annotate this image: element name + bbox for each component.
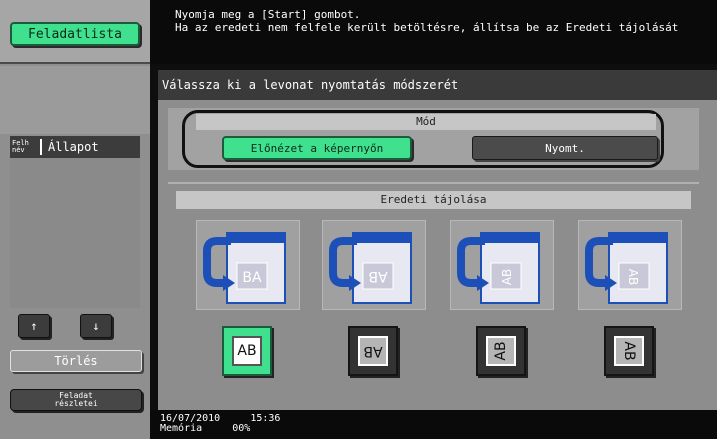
job-list bbox=[10, 158, 140, 308]
orientation-rotate-right-icon: AB bbox=[614, 336, 644, 366]
svg-text:AB: AB bbox=[626, 269, 640, 285]
status-time: 15:36 bbox=[250, 413, 281, 424]
orientation-rotate-left-button[interactable]: AB bbox=[476, 326, 526, 376]
status-bar: 16/07/2010 15:36 Memória 00% bbox=[150, 410, 717, 439]
proof-print-panel: Válassza ki a levonat nyomtatás módszeré… bbox=[158, 70, 717, 410]
copier-screen: Feladatlista Felh név Állapot ↑ ↓ Törlés… bbox=[0, 0, 717, 439]
scan-direction-icon: AB bbox=[585, 232, 668, 304]
header-status-label: Állapot bbox=[48, 140, 99, 154]
svg-text:AB: AB bbox=[500, 269, 514, 285]
scan-direction-icon: AB bbox=[329, 232, 412, 304]
orientation-upside-down-icon: AB bbox=[358, 336, 388, 366]
scroll-down-button[interactable]: ↓ bbox=[80, 314, 112, 338]
left-strip bbox=[0, 66, 150, 134]
memory-value: 00% bbox=[232, 423, 251, 434]
panel-title: Válassza ki a levonat nyomtatás módszeré… bbox=[158, 70, 717, 100]
svg-text:BA: BA bbox=[242, 270, 262, 286]
message-line-2: Ha az eredeti nem felfele került betölté… bbox=[175, 21, 679, 34]
scroll-up-button[interactable]: ↑ bbox=[18, 314, 50, 338]
scan-direction-icon: BA bbox=[203, 232, 286, 304]
left-panel: Feladatlista Felh név Állapot ↑ ↓ Törlés… bbox=[0, 0, 150, 439]
print-button[interactable]: Nyomt. bbox=[472, 136, 658, 160]
arrow-down-icon: ↓ bbox=[92, 319, 100, 333]
orientation-preview-2: AB bbox=[322, 220, 426, 310]
orientation-upright-icon: AB bbox=[232, 336, 262, 366]
orientation-preview-3: AB bbox=[450, 220, 554, 310]
header-divider bbox=[40, 139, 42, 155]
arrow-up-icon: ↑ bbox=[30, 319, 38, 333]
header-user-label: Felh név bbox=[12, 139, 29, 154]
orientation-label: Eredeti tájolása bbox=[176, 191, 691, 209]
preview-on-screen-button[interactable]: Előnézet a képernyőn bbox=[222, 136, 412, 160]
job-list-header: Felh név Állapot bbox=[10, 136, 140, 158]
scan-direction-icon: AB bbox=[457, 232, 540, 304]
orientation-preview-4: AB bbox=[578, 220, 682, 310]
job-details-button[interactable]: Feladat részletei bbox=[10, 389, 142, 411]
delete-button[interactable]: Törlés bbox=[10, 350, 142, 372]
svg-text:AB: AB bbox=[368, 268, 387, 284]
orientation-rotate-right-button[interactable]: AB bbox=[604, 326, 654, 376]
message-line-1: Nyomja meg a [Start] gombot. bbox=[175, 8, 361, 21]
memory-label: Memória bbox=[160, 423, 203, 434]
orientation-preview-1: BA bbox=[196, 220, 300, 310]
job-details-line2: részletei bbox=[54, 399, 98, 408]
orientation-upside-down-button[interactable]: AB bbox=[348, 326, 398, 376]
mode-label: Mód bbox=[196, 114, 656, 130]
orientation-upright-button[interactable]: AB bbox=[222, 326, 272, 376]
message-area: Nyomja meg a [Start] gombot. Ha az erede… bbox=[150, 0, 717, 64]
orientation-rotate-left-icon: AB bbox=[486, 336, 516, 366]
job-list-button[interactable]: Feladatlista bbox=[10, 22, 140, 46]
